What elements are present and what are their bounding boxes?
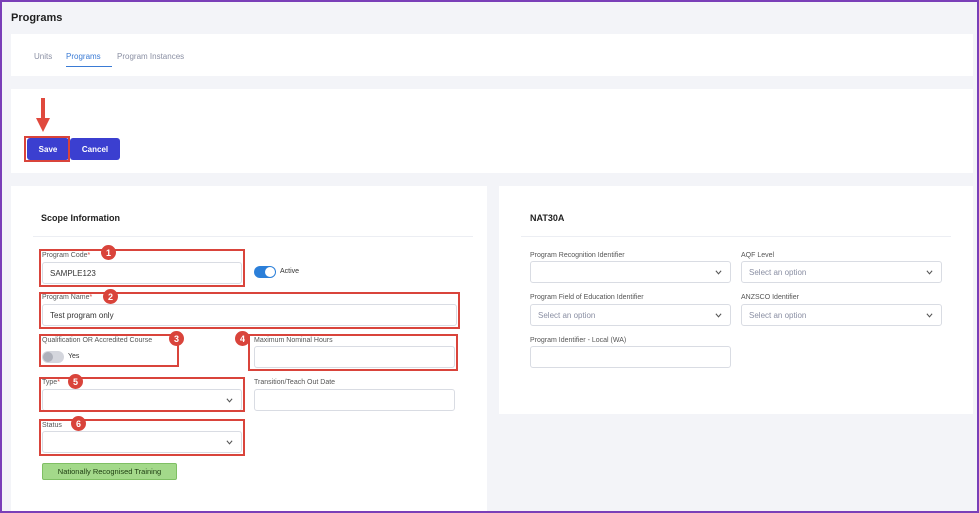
annotation-badge-5: 5 [68,374,83,389]
annotation-badge-4: 4 [235,331,250,346]
app-frame: Programs Units Programs Program Instance… [0,0,979,513]
page-title: Programs [11,12,63,24]
tab-program-instances[interactable]: Program Instances [117,52,184,61]
annotation-box-4 [248,334,458,371]
active-toggle-label: Active [280,268,300,275]
chevron-down-icon [715,313,722,318]
chevron-down-icon [926,313,933,318]
nat30a-section-title: NAT30A [530,213,565,223]
recognition-id-select[interactable] [530,261,731,283]
recognition-id-label: Program Recognition Identifier [530,252,625,259]
section-divider [521,236,951,237]
tabs-bar: Units Programs Program Instances [11,34,973,76]
nrt-badge: Nationally Recognised Training [42,463,177,480]
nat30a-card: NAT30A Program Recognition Identifier AQ… [499,186,973,414]
active-toggle[interactable] [254,266,276,278]
annotation-badge-1: 1 [101,245,116,260]
field-of-education-select[interactable]: Select an option [530,304,731,326]
annotation-box-6 [39,419,245,456]
cancel-button[interactable]: Cancel [70,138,120,160]
action-bar: Save Cancel [11,89,973,173]
annotation-badge-2: 2 [103,289,118,304]
annotation-badge-3: 3 [169,331,184,346]
annotation-badge-6: 6 [71,416,86,431]
anzsco-select[interactable]: Select an option [741,304,942,326]
section-divider [33,236,473,237]
transition-date-label: Transition/Teach Out Date [254,379,336,386]
chevron-down-icon [926,270,933,275]
tab-programs[interactable]: Programs [66,52,101,61]
aqf-level-select[interactable]: Select an option [741,261,942,283]
annotation-box-3 [39,334,179,367]
chevron-down-icon [715,270,722,275]
local-wa-input[interactable] [530,346,731,368]
transition-date-input[interactable] [254,389,455,411]
active-tab-indicator [66,66,112,67]
down-arrow-annotation-icon [36,98,50,132]
scope-information-card: Scope Information Program Code* SAMPLE12… [11,186,487,511]
tab-units[interactable]: Units [34,52,52,61]
local-wa-label: Program Identifier - Local (WA) [530,337,627,344]
aqf-level-label: AQF Level [741,252,775,259]
save-highlight-box [24,136,70,162]
scope-section-title: Scope Information [41,213,121,223]
annotation-box-1 [39,249,245,287]
anzsco-label: ANZSCO Identifier [741,294,799,301]
field-of-education-label: Program Field of Education Identifier [530,294,644,301]
